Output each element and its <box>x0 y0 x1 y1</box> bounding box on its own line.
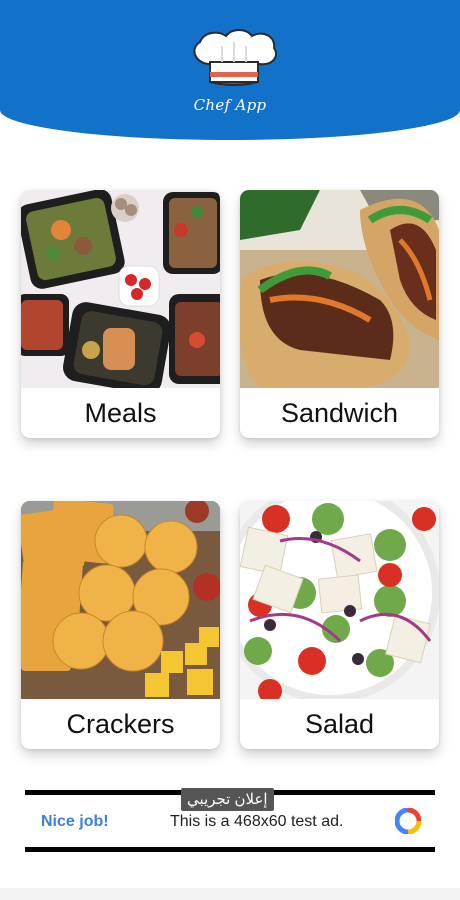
salad-image <box>240 501 439 699</box>
ad-test-badge: إعلان تجريبي <box>181 788 274 811</box>
chef-hat-icon <box>193 29 278 86</box>
app-screen: Chef App Meals Sandwich Crackers Salad N… <box>0 0 460 900</box>
category-label-sandwich: Sandwich <box>280 398 399 428</box>
bottom-divider <box>0 888 460 900</box>
category-card-salad[interactable]: Salad <box>240 501 439 749</box>
app-header: Chef App <box>0 0 460 140</box>
category-card-meals[interactable]: Meals <box>21 190 220 438</box>
ad-banner[interactable]: Nice job! This is a 468x60 test ad. إعلا… <box>25 788 435 852</box>
ad-nice-job-text: Nice job! <box>41 813 109 830</box>
sandwich-image <box>240 190 439 388</box>
category-card-sandwich[interactable]: Sandwich <box>240 190 439 438</box>
category-label-salad: Salad <box>304 709 375 739</box>
crackers-image <box>21 501 220 699</box>
meals-image <box>21 190 220 388</box>
ad-choices-logo-icon[interactable] <box>395 808 421 834</box>
category-label-meals: Meals <box>84 398 157 428</box>
category-card-crackers[interactable]: Crackers <box>21 501 220 749</box>
category-label-crackers: Crackers <box>66 709 175 739</box>
ad-test-text: This is a 468x60 test ad. <box>170 813 344 830</box>
app-title: Chef App <box>193 96 267 114</box>
